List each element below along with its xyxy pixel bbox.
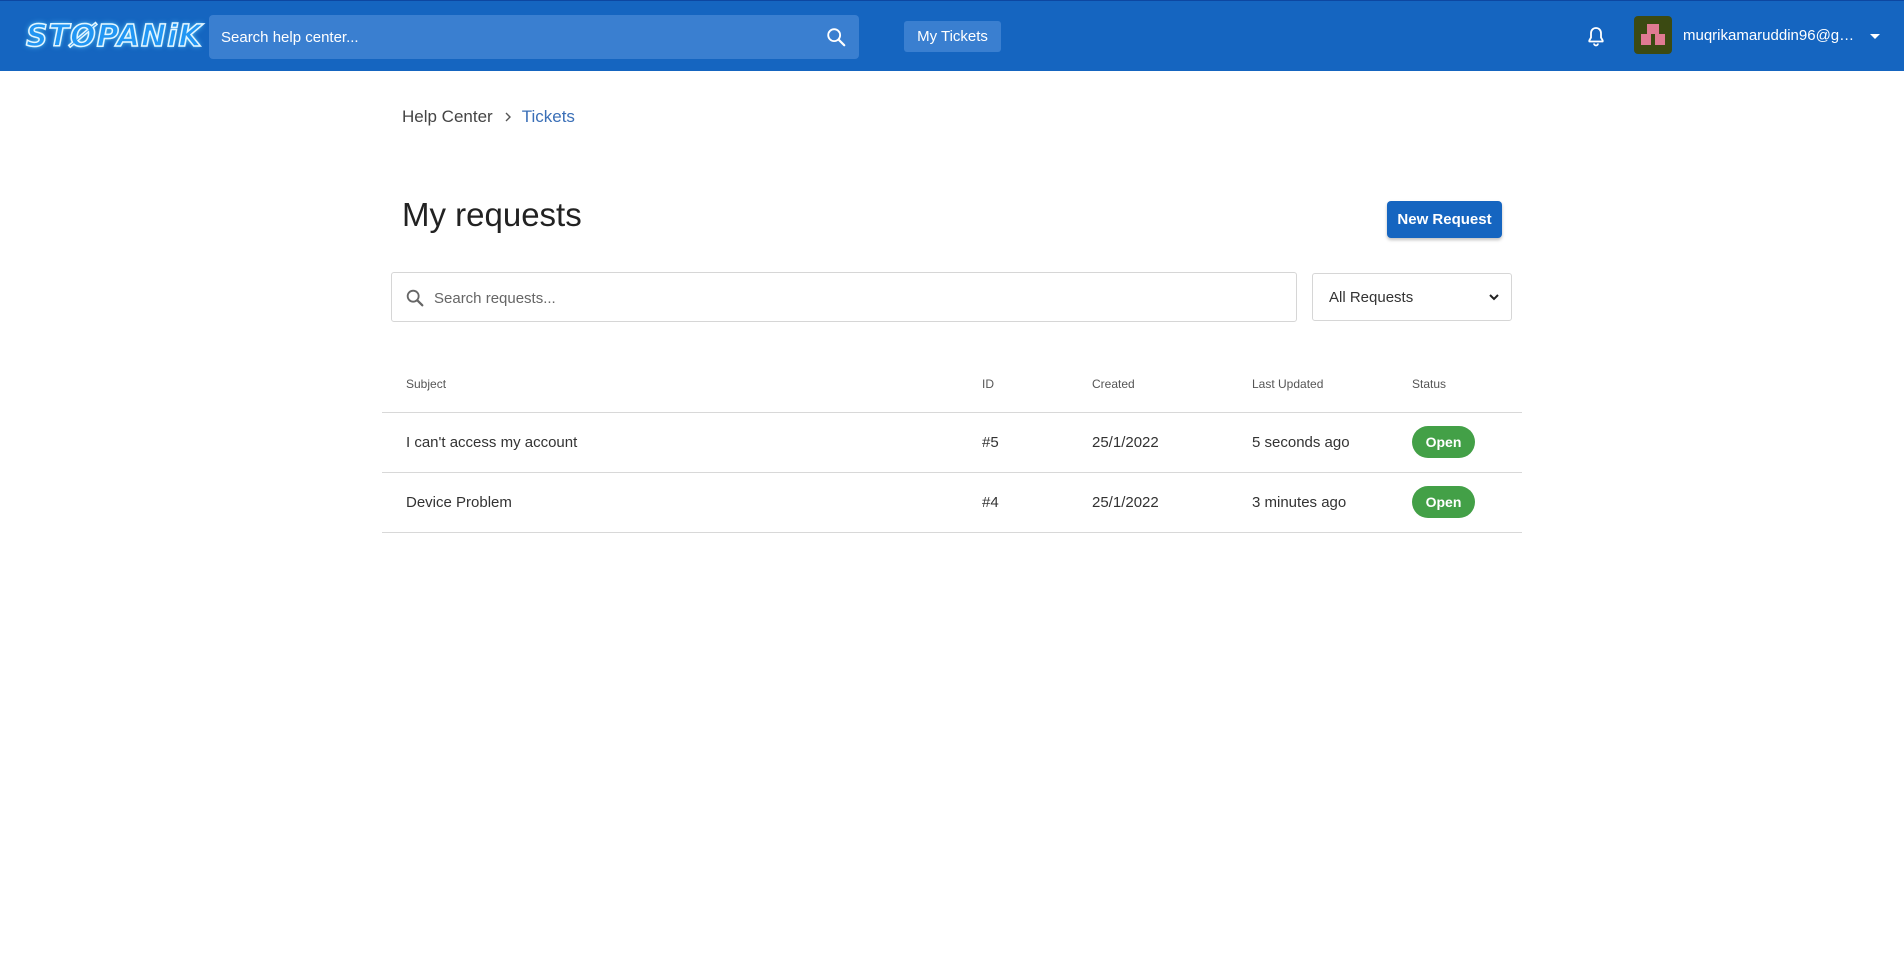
request-filter-select[interactable]: All Requests: [1312, 273, 1512, 321]
request-search: [391, 272, 1297, 323]
table-row[interactable]: I can't access my account #5 25/1/2022 5…: [382, 413, 1522, 473]
request-subject[interactable]: I can't access my account: [406, 434, 577, 451]
breadcrumb-tickets[interactable]: Tickets: [522, 107, 575, 127]
column-header-status[interactable]: Status: [1412, 377, 1446, 391]
page-title: My requests: [402, 196, 582, 233]
request-created: 25/1/2022: [1092, 494, 1159, 511]
table-header: Subject ID Created Last Updated Status: [382, 360, 1522, 413]
notification-bell-icon[interactable]: [1584, 25, 1608, 49]
user-email: muqrikamaruddin96@gmail.com: [1683, 27, 1865, 44]
user-menu[interactable]: muqrikamaruddin96@gmail.com: [1634, 16, 1884, 56]
breadcrumb-help-center[interactable]: Help Center: [402, 107, 493, 127]
stopanik-logo[interactable]: STØPANiK: [25, 18, 203, 55]
search-icon: [406, 289, 424, 307]
filter-selected-value: All Requests: [1329, 289, 1414, 306]
status-badge: Open: [1412, 426, 1475, 458]
help-center-search-input[interactable]: [209, 15, 833, 59]
request-subject[interactable]: Device Problem: [406, 494, 512, 511]
top-navigation-bar: STØPANiK My Tickets muqrikamaruddin96@gm…: [0, 0, 1904, 71]
column-header-last-updated[interactable]: Last Updated: [1252, 377, 1323, 391]
logo-text: STØPANiK: [25, 18, 203, 55]
column-header-subject[interactable]: Subject: [406, 377, 446, 391]
column-header-id[interactable]: ID: [982, 377, 994, 391]
status-badge: Open: [1412, 486, 1475, 518]
table-row[interactable]: Device Problem #4 25/1/2022 3 minutes ag…: [382, 473, 1522, 533]
request-last-updated: 5 seconds ago: [1252, 434, 1350, 451]
search-requests-input[interactable]: [432, 273, 1276, 323]
help-center-search: [209, 15, 859, 59]
search-icon[interactable]: [825, 26, 847, 48]
column-header-created[interactable]: Created: [1092, 377, 1135, 391]
chevron-down-icon: [1489, 294, 1499, 301]
my-tickets-button[interactable]: My Tickets: [904, 21, 1001, 52]
new-request-button[interactable]: New Request: [1387, 201, 1502, 238]
request-last-updated: 3 minutes ago: [1252, 494, 1347, 511]
requests-table: Subject ID Created Last Updated Status I…: [382, 360, 1522, 533]
request-created: 25/1/2022: [1092, 434, 1159, 451]
avatar: [1634, 16, 1672, 54]
breadcrumb: Help Center Tickets: [402, 107, 575, 127]
request-id: #5: [982, 434, 999, 451]
chevron-right-icon: [505, 112, 511, 122]
request-id: #4: [982, 494, 999, 511]
caret-down-icon: [1870, 34, 1880, 39]
